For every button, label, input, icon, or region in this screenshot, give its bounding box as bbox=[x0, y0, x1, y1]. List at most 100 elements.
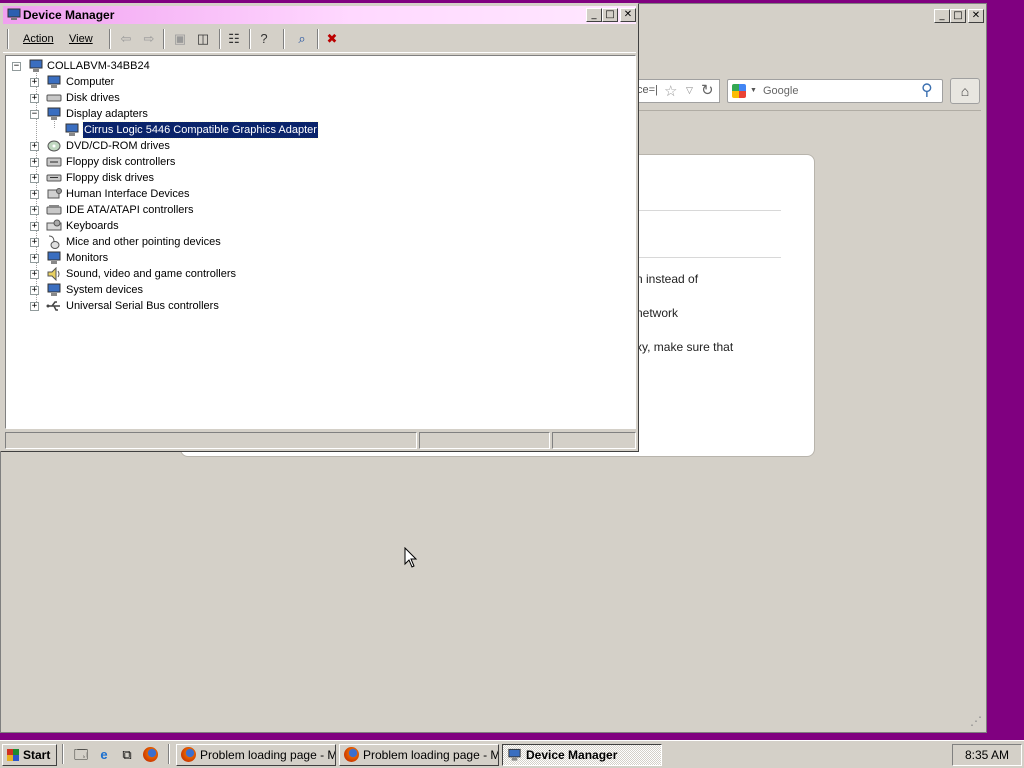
device-manager-window: Device Manager _ □ ✕ Action View ⇦ ⇨ ▣ ◫… bbox=[0, 3, 639, 452]
start-button[interactable]: Start bbox=[2, 744, 57, 766]
device-tree[interactable]: − COLLABVM-34BB24 + Computer + Disk driv… bbox=[5, 55, 636, 429]
minimize-button[interactable]: _ bbox=[934, 9, 950, 23]
show-hide-tree-icon[interactable]: ◫ bbox=[194, 30, 212, 48]
ide-controller-icon bbox=[46, 205, 62, 215]
tree-item-label: DVD/CD-ROM drives bbox=[66, 140, 170, 152]
home-icon: ⌂ bbox=[960, 83, 970, 99]
firefox-logo bbox=[143, 747, 158, 762]
title-bar[interactable]: Device Manager _ □ ✕ bbox=[3, 6, 636, 24]
tree-item-label: Floppy disk controllers bbox=[66, 156, 176, 168]
tree-item-label: Human Interface Devices bbox=[66, 188, 190, 200]
forward-icon[interactable]: ⇨ bbox=[140, 30, 158, 48]
firefox-icon bbox=[181, 747, 196, 762]
error-text-line: xy, make sure that bbox=[636, 340, 734, 354]
system-tray: 8:35 AM bbox=[952, 744, 1022, 766]
search-engine-dropdown-icon[interactable]: ▼ bbox=[750, 87, 757, 94]
network-icon[interactable]: ⧉ bbox=[118, 746, 136, 764]
expand-toggle[interactable]: + bbox=[30, 270, 39, 279]
tree-item-label: Keyboards bbox=[66, 220, 119, 232]
toolbar-separator bbox=[283, 29, 285, 49]
expand-toggle[interactable]: + bbox=[30, 286, 39, 295]
expand-toggle[interactable]: + bbox=[30, 158, 39, 167]
internet-explorer-icon[interactable]: e bbox=[95, 746, 113, 764]
start-label: Start bbox=[23, 748, 51, 762]
hid-icon bbox=[47, 188, 62, 199]
sound-icon bbox=[47, 267, 60, 281]
system-devices-icon bbox=[47, 283, 61, 296]
collapse-toggle[interactable]: − bbox=[30, 110, 39, 119]
uninstall-icon[interactable]: ✖ bbox=[323, 30, 341, 48]
menu-view[interactable]: View bbox=[69, 33, 93, 45]
expand-toggle[interactable]: + bbox=[30, 222, 39, 231]
task-button-firefox-2[interactable]: Problem loading page - M... bbox=[339, 744, 499, 766]
collapse-toggle[interactable]: − bbox=[12, 62, 21, 71]
floppy-drive-icon bbox=[46, 174, 62, 182]
menu-action-label: Action bbox=[23, 33, 54, 45]
show-desktop-icon[interactable]: 🗔 bbox=[72, 746, 90, 764]
help-icon[interactable]: ? bbox=[255, 30, 273, 48]
expand-toggle[interactable]: + bbox=[30, 302, 39, 311]
tree-item-label: Computer bbox=[66, 76, 115, 88]
maximize-button[interactable]: □ bbox=[950, 9, 966, 23]
search-placeholder: Google bbox=[763, 85, 799, 97]
mouse-icon bbox=[48, 235, 60, 249]
display-adapter-icon bbox=[65, 123, 79, 136]
task-button-label: Device Manager bbox=[526, 748, 618, 762]
task-button-firefox-1[interactable]: Problem loading page - M... bbox=[176, 744, 336, 766]
expand-toggle[interactable]: + bbox=[30, 254, 39, 263]
resize-grip-icon[interactable]: ⋰ bbox=[970, 714, 982, 728]
firefox-icon[interactable] bbox=[141, 746, 159, 764]
computer-icon bbox=[29, 59, 43, 72]
search-box[interactable] bbox=[727, 79, 943, 103]
back-icon[interactable]: ⇦ bbox=[117, 30, 135, 48]
expand-toggle[interactable]: + bbox=[30, 206, 39, 215]
toolbar-separator bbox=[219, 29, 221, 49]
keyboard-icon bbox=[46, 219, 62, 231]
close-button[interactable]: ✕ bbox=[620, 8, 636, 22]
url-dropdown-icon[interactable]: ▽ bbox=[686, 85, 693, 96]
menu-action[interactable]: Action bbox=[23, 33, 54, 45]
expand-toggle[interactable]: + bbox=[30, 78, 39, 87]
properties-icon[interactable]: ☷ bbox=[225, 30, 243, 48]
search-icon[interactable]: ⚲ bbox=[921, 80, 933, 100]
tree-item-label: Monitors bbox=[66, 252, 109, 264]
firefox-icon bbox=[344, 747, 359, 762]
status-pane bbox=[419, 432, 550, 449]
taskbar: Start 🗔 e ⧉ Problem loading page - M... … bbox=[0, 740, 1024, 768]
expand-toggle[interactable]: + bbox=[30, 94, 39, 103]
monitor-icon bbox=[47, 251, 61, 264]
usb-icon bbox=[46, 301, 60, 311]
tree-item-label: Mice and other pointing devices bbox=[66, 236, 221, 248]
close-button[interactable]: ✕ bbox=[968, 9, 984, 23]
expand-toggle[interactable]: + bbox=[30, 142, 39, 151]
expand-toggle[interactable]: + bbox=[30, 190, 39, 199]
window-title: Device Manager bbox=[23, 8, 115, 22]
status-pane bbox=[5, 432, 417, 449]
minimize-button[interactable]: _ bbox=[586, 8, 602, 22]
device-manager-icon bbox=[7, 8, 21, 20]
scan-hardware-icon[interactable]: ⌕ bbox=[293, 30, 311, 48]
up-icon[interactable]: ▣ bbox=[171, 30, 189, 48]
task-button-device-manager[interactable]: Device Manager bbox=[502, 744, 662, 766]
bookmark-star-icon[interactable]: ☆ bbox=[664, 82, 677, 100]
status-pane bbox=[552, 432, 636, 449]
tree-item-label: System devices bbox=[66, 284, 144, 296]
maximize-button[interactable]: □ bbox=[602, 8, 618, 22]
cdrom-icon bbox=[47, 140, 61, 152]
expand-toggle[interactable]: + bbox=[30, 238, 39, 247]
device-manager-icon bbox=[508, 748, 521, 761]
toolbar-grip bbox=[7, 29, 9, 49]
google-icon[interactable] bbox=[732, 84, 746, 98]
status-bar bbox=[5, 432, 636, 450]
home-button[interactable]: ⌂ bbox=[950, 78, 980, 104]
task-button-label: Problem loading page - M... bbox=[363, 748, 499, 762]
expand-toggle[interactable]: + bbox=[30, 174, 39, 183]
mouse-cursor-icon bbox=[404, 547, 418, 568]
task-button-label: Problem loading page - M... bbox=[200, 748, 336, 762]
tree-item-label: IDE ATA/ATAPI controllers bbox=[66, 204, 194, 216]
toolbar-separator bbox=[109, 29, 111, 49]
menu-toolbar: Action View ⇦ ⇨ ▣ ◫ ☷ ? ⌕ ✖ bbox=[3, 26, 636, 53]
url-text: ce=| bbox=[637, 84, 658, 96]
reload-icon[interactable]: ↻ bbox=[701, 81, 714, 99]
clock[interactable]: 8:35 AM bbox=[965, 748, 1009, 762]
